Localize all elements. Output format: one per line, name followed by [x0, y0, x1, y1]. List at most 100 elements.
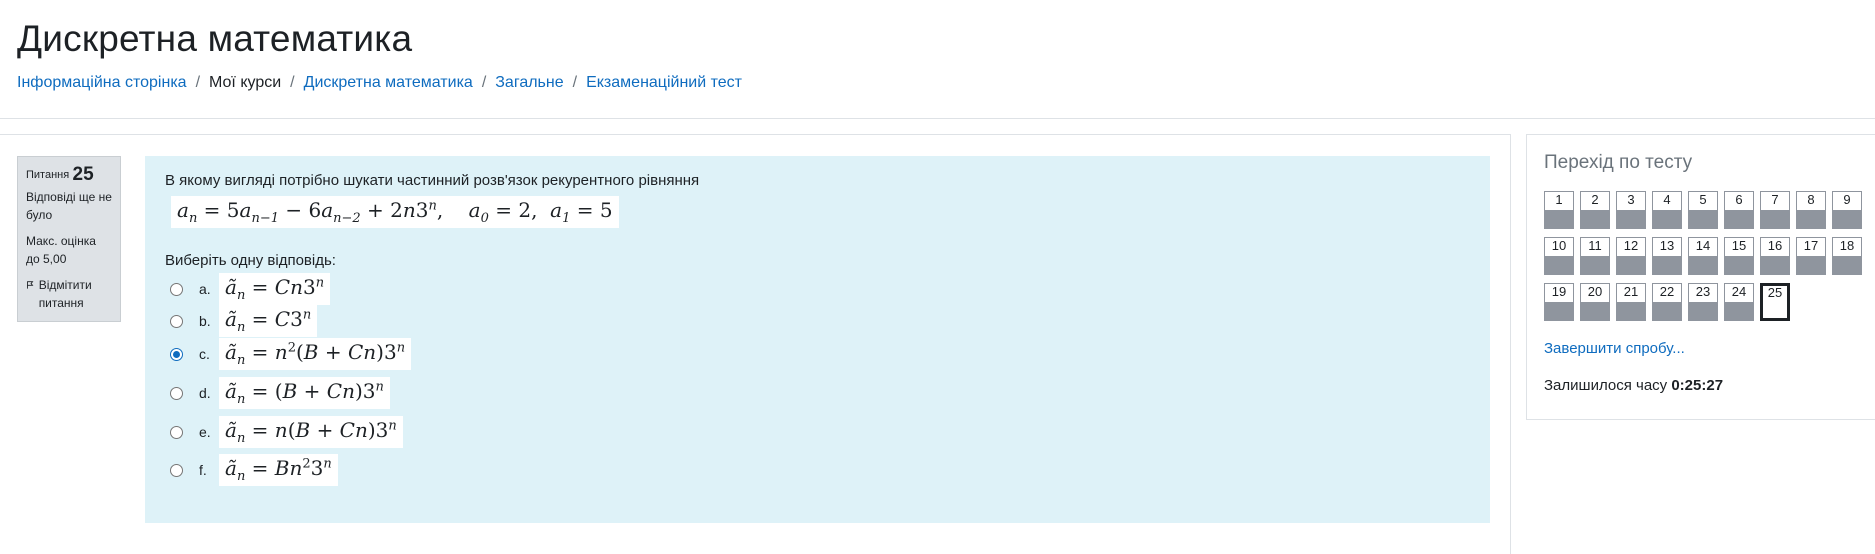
answer-letter: b.	[199, 313, 211, 329]
quiz-nav-button-number: 4	[1663, 192, 1671, 207]
quiz-nav-button-state-fill	[1689, 256, 1717, 274]
quiz-nav-button-12[interactable]: 12	[1616, 237, 1646, 275]
answer-radio-e[interactable]	[170, 425, 183, 439]
quiz-nav-button-4[interactable]: 4	[1652, 191, 1682, 229]
quiz-nav-button-state-fill	[1761, 256, 1789, 274]
quiz-nav-button-13[interactable]: 13	[1652, 237, 1682, 275]
answer-option-b[interactable]: b. ãn = C3n	[170, 305, 318, 337]
quiz-nav-button-1[interactable]: 1	[1544, 191, 1574, 229]
page-header: Дискретна математика Інформаційна сторін…	[0, 0, 1875, 119]
question-number: 25	[72, 164, 94, 185]
question-content: В якому вигляді потрібно шукати частинни…	[145, 156, 1490, 523]
quiz-nav-button-17[interactable]: 17	[1796, 237, 1826, 275]
quiz-nav-button-19[interactable]: 19	[1544, 283, 1574, 321]
quiz-nav-button-11[interactable]: 11	[1580, 237, 1610, 275]
answer-option-a[interactable]: a. ãn = Cn3n	[170, 273, 331, 305]
answer-radio-f[interactable]	[170, 463, 183, 477]
quiz-nav-button-number: 9	[1843, 192, 1851, 207]
quiz-nav-button-state-fill	[1725, 256, 1753, 274]
timer-label: Залишилося часу	[1544, 377, 1668, 394]
answer-letter: a.	[199, 281, 211, 297]
quiz-nav-button-5[interactable]: 5	[1688, 191, 1718, 229]
flag-question-button[interactable]: Відмітити питання	[26, 276, 112, 312]
quiz-nav-button-7[interactable]: 7	[1760, 191, 1790, 229]
answer-radio-d[interactable]	[170, 386, 183, 400]
breadcrumb-item-section[interactable]: Загальне	[495, 74, 563, 91]
breadcrumb-separator: /	[572, 74, 578, 91]
quiz-nav-button-18[interactable]: 18	[1832, 237, 1862, 275]
question-max-grade: Макс. оцінка до 5,00	[26, 234, 96, 266]
answer-formula: ãn = n2(B + Cn)3n	[219, 338, 412, 370]
breadcrumb-separator: /	[195, 74, 201, 91]
quiz-nav-button-9[interactable]: 9	[1832, 191, 1862, 229]
breadcrumb-item-course[interactable]: Дискретна математика	[304, 74, 473, 91]
quiz-nav-button-number: 10	[1551, 238, 1567, 253]
quiz-nav-button-state-fill	[1797, 210, 1825, 228]
page-title: Дискретна математика	[17, 18, 413, 59]
question-number-line: Питання 25	[26, 165, 112, 184]
answer-formula: ãn = Cn3n	[219, 273, 331, 305]
quiz-nav-button-number: 16	[1767, 238, 1783, 253]
quiz-nav-button-number: 15	[1731, 238, 1747, 253]
quiz-nav-button-state-fill	[1617, 302, 1645, 320]
quiz-nav-button-number: 14	[1695, 238, 1711, 253]
timer-value: 0:25:27	[1671, 377, 1724, 394]
answer-radio-a[interactable]	[170, 282, 183, 296]
breadcrumb-item-quiz[interactable]: Екзаменаційний тест	[586, 74, 742, 91]
answer-option-e[interactable]: e. ãn = n(B + Cn)3n	[170, 416, 403, 448]
quiz-nav-button-state-fill	[1545, 210, 1573, 228]
quiz-nav-button-state-fill	[1725, 210, 1753, 228]
quiz-nav-button-2[interactable]: 2	[1580, 191, 1610, 229]
question-info-panel: Питання 25 Відповіді ще не було Макс. оц…	[17, 156, 121, 322]
quiz-nav-button-number: 7	[1771, 192, 1779, 207]
answer-letter: e.	[199, 424, 211, 440]
flag-question-label: Відмітити питання	[38, 278, 92, 310]
answer-letter: c.	[199, 346, 210, 362]
quiz-nav-button-state-fill	[1581, 256, 1609, 274]
flag-icon	[27, 281, 34, 289]
answer-option-c[interactable]: c. ãn = n2(B + Cn)3n	[170, 338, 412, 370]
quiz-nav-button-20[interactable]: 20	[1580, 283, 1610, 321]
finish-attempt-link[interactable]: Завершити спробу...	[1544, 340, 1685, 357]
quiz-nav-button-16[interactable]: 16	[1760, 237, 1790, 275]
quiz-nav-button-21[interactable]: 21	[1616, 283, 1646, 321]
quiz-nav-button-24[interactable]: 24	[1724, 283, 1754, 321]
quiz-nav-button-15[interactable]: 15	[1724, 237, 1754, 275]
recurrence-equation: an = 5an−1 − 6an−2 + 2n3n, a0 = 2, a1 = …	[171, 196, 619, 228]
quiz-nav-button-14[interactable]: 14	[1688, 237, 1718, 275]
quiz-nav-button-number: 1	[1555, 192, 1563, 207]
quiz-nav-button-6[interactable]: 6	[1724, 191, 1754, 229]
quiz-nav-button-number: 8	[1807, 192, 1815, 207]
quiz-nav-button-8[interactable]: 8	[1796, 191, 1826, 229]
answer-formula: ãn = C3n	[219, 305, 318, 337]
quiz-nav-button-state-fill	[1581, 302, 1609, 320]
quiz-nav-button-number: 6	[1735, 192, 1743, 207]
answer-prompt: Виберіть одну відповідь:	[165, 252, 336, 269]
answer-radio-c[interactable]	[170, 347, 183, 361]
quiz-nav-button-number: 18	[1839, 238, 1855, 253]
breadcrumb-item-my-courses: Мої курси	[209, 74, 282, 91]
quiz-navigation-title: Перехід по тесту	[1544, 152, 1693, 173]
quiz-timer: Залишилося часу 0:25:27	[1544, 377, 1723, 394]
answer-formula: ãn = (B + Cn)3n	[219, 377, 390, 409]
quiz-nav-button-number: 12	[1623, 238, 1639, 253]
quiz-nav-button-number: 3	[1627, 192, 1635, 207]
quiz-nav-button-3[interactable]: 3	[1616, 191, 1646, 229]
quiz-nav-button-state-fill	[1833, 210, 1861, 228]
answer-option-d[interactable]: d. ãn = (B + Cn)3n	[170, 377, 390, 409]
quiz-nav-button-state-fill	[1653, 256, 1681, 274]
answer-formula: ãn = n(B + Cn)3n	[219, 416, 403, 448]
quiz-nav-button-25[interactable]: 25	[1760, 283, 1790, 321]
quiz-nav-button-10[interactable]: 10	[1544, 237, 1574, 275]
quiz-nav-button-number: 21	[1623, 284, 1639, 299]
quiz-nav-button-state-fill	[1617, 256, 1645, 274]
breadcrumb-separator: /	[290, 74, 295, 91]
quiz-nav-button-state-fill	[1725, 302, 1753, 320]
answer-option-f[interactable]: f. ãn = Bn23n	[170, 454, 338, 486]
breadcrumb-item-home[interactable]: Інформаційна сторінка	[17, 74, 187, 91]
quiz-nav-button-22[interactable]: 22	[1652, 283, 1682, 321]
answer-radio-b[interactable]	[170, 314, 183, 328]
quiz-nav-button-state-fill	[1653, 210, 1681, 228]
answer-letter: d.	[199, 385, 211, 401]
quiz-nav-button-23[interactable]: 23	[1688, 283, 1718, 321]
